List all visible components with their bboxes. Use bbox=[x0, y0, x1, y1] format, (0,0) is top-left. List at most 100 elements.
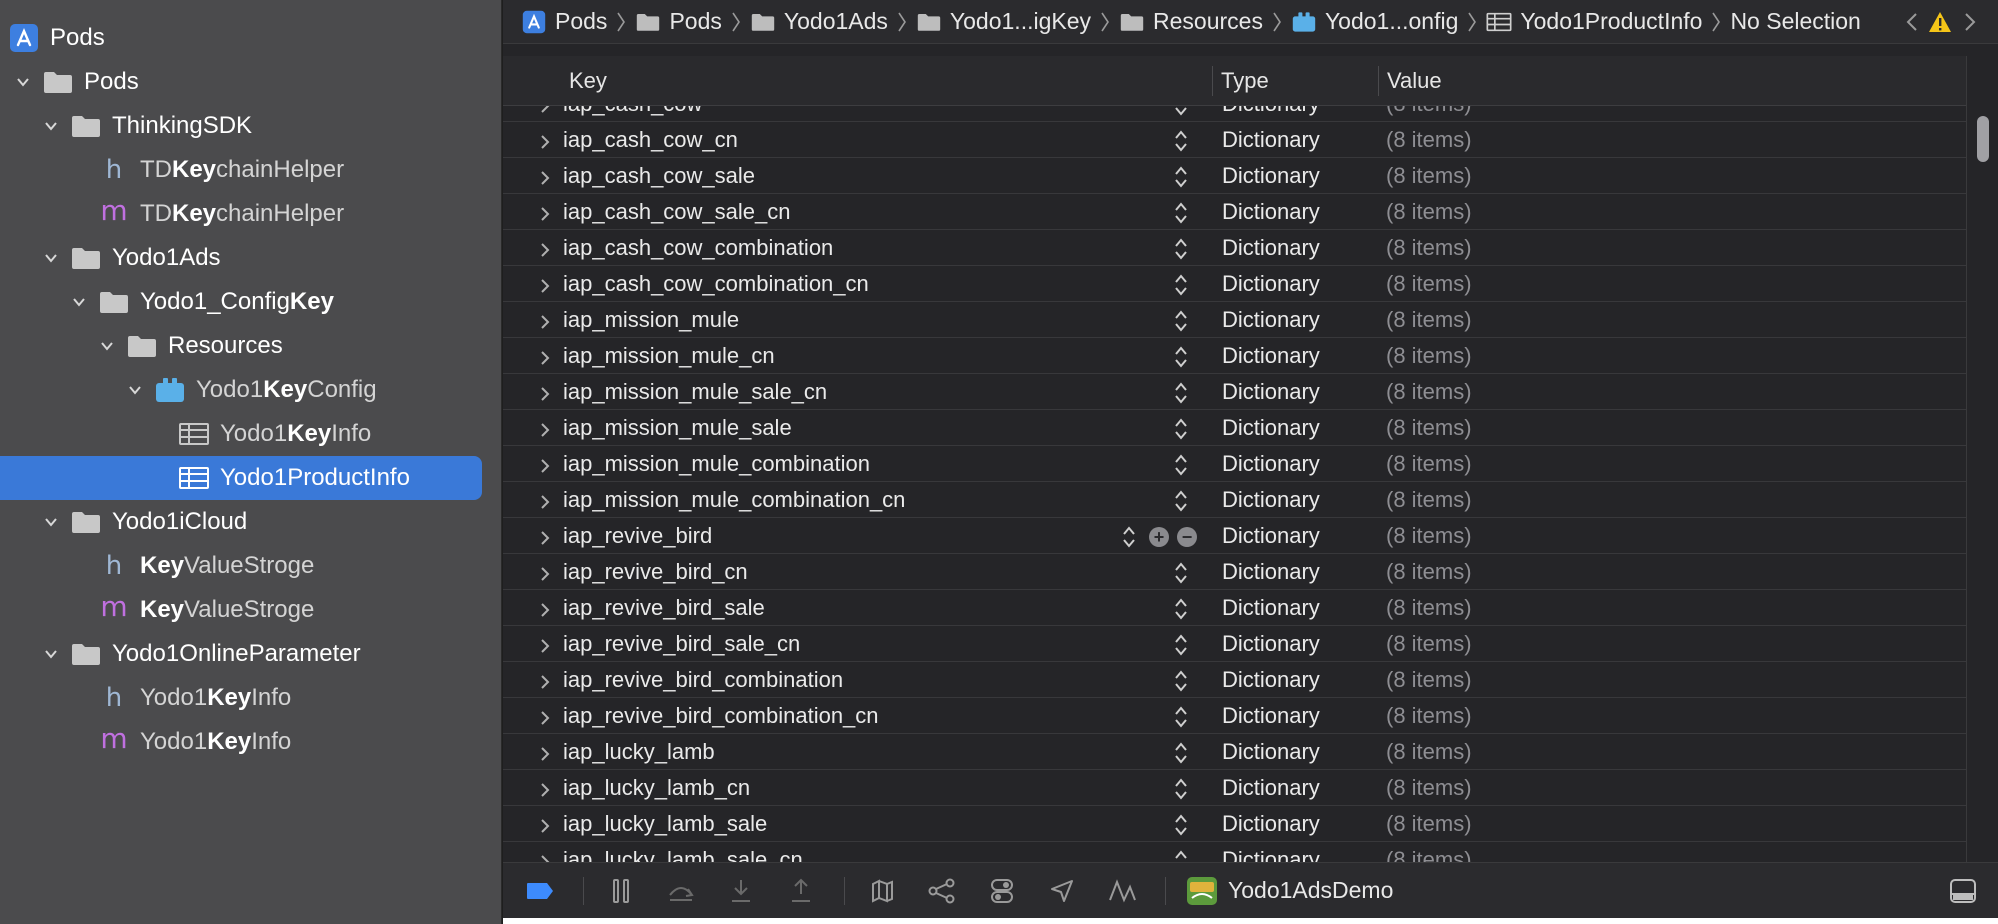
plist-row[interactable]: iap_mission_mule_sale_cn+−Dictionary(8 i… bbox=[503, 374, 1966, 410]
scheme-name[interactable]: Yodo1AdsDemo bbox=[1228, 877, 1393, 904]
disclosure-chevron-icon[interactable] bbox=[539, 275, 551, 293]
type-stepper-icon[interactable] bbox=[1173, 106, 1189, 118]
add-item-icon[interactable]: + bbox=[1149, 527, 1169, 547]
disclosure-chevron-icon[interactable] bbox=[539, 527, 551, 545]
row-value[interactable]: (8 items) bbox=[1386, 106, 1472, 122]
row-type[interactable]: Dictionary bbox=[1222, 338, 1320, 374]
row-key[interactable]: iap_lucky_lamb_sale_cn bbox=[563, 842, 803, 862]
breadcrumb-project[interactable]: Pods bbox=[521, 8, 607, 35]
type-stepper-icon[interactable] bbox=[1173, 380, 1189, 406]
tree-row-yodo1productinfo-selected[interactable]: Yodo1ProductInfo bbox=[178, 456, 410, 500]
row-type[interactable]: Dictionary bbox=[1222, 734, 1320, 770]
disclosure-chevron-icon[interactable] bbox=[539, 203, 551, 221]
plist-row[interactable]: iap_mission_mule+−Dictionary(8 items) bbox=[503, 302, 1966, 338]
row-key[interactable]: iap_mission_mule_cn bbox=[563, 338, 775, 374]
disclosure-chevron-icon[interactable] bbox=[539, 599, 551, 617]
plist-row[interactable]: iap_lucky_lamb_sale_cn+−Dictionary(8 ite… bbox=[503, 842, 1966, 862]
memory-graph-icon[interactable] bbox=[925, 874, 959, 908]
tree-row-yodo1ads[interactable]: Yodo1Ads bbox=[40, 236, 221, 280]
disclosure-chevron-icon[interactable] bbox=[539, 347, 551, 365]
row-type[interactable]: Dictionary bbox=[1222, 590, 1320, 626]
row-key[interactable]: iap_mission_mule_sale bbox=[563, 410, 792, 446]
row-key[interactable]: iap_revive_bird_combination bbox=[563, 662, 843, 698]
plist-row[interactable]: iap_cash_cow_combination_cn+−Dictionary(… bbox=[503, 266, 1966, 302]
column-header-key[interactable]: Key bbox=[569, 56, 607, 106]
type-stepper-icon[interactable] bbox=[1173, 704, 1189, 730]
plist-row[interactable]: iap_cash_cow_cn+−Dictionary(8 items) bbox=[503, 122, 1966, 158]
row-value[interactable]: (8 items) bbox=[1386, 734, 1472, 770]
disclosure-chevron-icon[interactable] bbox=[539, 131, 551, 149]
row-value[interactable]: (8 items) bbox=[1386, 626, 1472, 662]
breadcrumb-no-selection[interactable]: No Selection bbox=[1730, 8, 1860, 35]
row-type[interactable]: Dictionary bbox=[1222, 662, 1320, 698]
row-key[interactable]: iap_cash_cow_cn bbox=[563, 122, 738, 158]
row-type[interactable]: Dictionary bbox=[1222, 446, 1320, 482]
tree-row-yodo1-configkey[interactable]: Yodo1_ConfigKey bbox=[68, 280, 334, 324]
row-type[interactable]: Dictionary bbox=[1222, 374, 1320, 410]
plist-row[interactable]: iap_revive_bird + − Dictionary (8 items) bbox=[503, 518, 1966, 554]
row-type[interactable]: Dictionary bbox=[1222, 698, 1320, 734]
type-stepper-icon[interactable] bbox=[1121, 524, 1137, 550]
column-header-value[interactable]: Value bbox=[1387, 56, 1442, 106]
vertical-scrollbar[interactable] bbox=[1966, 56, 1998, 862]
row-value[interactable]: (8 items) bbox=[1386, 590, 1472, 626]
breakpoints-toggle-icon[interactable] bbox=[523, 874, 557, 908]
tree-row-yodo1onlineparameter[interactable]: Yodo1OnlineParameter bbox=[40, 632, 361, 676]
disclosure-chevron-icon[interactable] bbox=[539, 239, 551, 257]
row-value[interactable]: (8 items) bbox=[1386, 302, 1472, 338]
chevron-down-icon[interactable] bbox=[40, 643, 62, 665]
row-type[interactable]: Dictionary bbox=[1222, 106, 1320, 122]
row-value[interactable]: (8 items) bbox=[1386, 806, 1472, 842]
row-key[interactable]: iap_revive_bird bbox=[563, 518, 712, 554]
step-into-icon[interactable] bbox=[724, 874, 758, 908]
type-stepper-icon[interactable] bbox=[1173, 812, 1189, 838]
disclosure-chevron-icon[interactable] bbox=[539, 383, 551, 401]
row-value[interactable]: (8 items) bbox=[1386, 662, 1472, 698]
chevron-down-icon[interactable] bbox=[12, 71, 34, 93]
type-stepper-icon[interactable] bbox=[1173, 668, 1189, 694]
environment-overrides-icon[interactable] bbox=[985, 874, 1019, 908]
tree-row-yodo1keyinfo-m[interactable]: m Yodo1KeyInfo bbox=[98, 720, 291, 764]
plist-row[interactable]: iap_mission_mule_cn+−Dictionary(8 items) bbox=[503, 338, 1966, 374]
breadcrumb-yodo1keyconfig[interactable]: Yodo1...onfig bbox=[1291, 8, 1458, 35]
breadcrumb-pods-group[interactable]: Pods bbox=[635, 8, 722, 35]
row-key[interactable]: iap_cash_cow bbox=[563, 106, 702, 122]
row-value[interactable]: (8 items) bbox=[1386, 230, 1472, 266]
simulate-location-icon[interactable] bbox=[1045, 874, 1079, 908]
plist-row[interactable]: iap_revive_bird_combination+−Dictionary(… bbox=[503, 662, 1966, 698]
row-type[interactable]: Dictionary bbox=[1222, 626, 1320, 662]
tree-row-project[interactable]: Pods bbox=[8, 16, 105, 60]
row-value[interactable]: (8 items) bbox=[1386, 410, 1472, 446]
row-type[interactable]: Dictionary bbox=[1222, 194, 1320, 230]
tree-row-keyvaluestroge-h[interactable]: h KeyValueStroge bbox=[98, 544, 315, 588]
row-value[interactable]: (8 items) bbox=[1386, 842, 1472, 862]
row-type[interactable]: Dictionary bbox=[1222, 266, 1320, 302]
row-value[interactable]: (8 items) bbox=[1386, 338, 1472, 374]
plist-row[interactable]: iap_lucky_lamb_cn+−Dictionary(8 items) bbox=[503, 770, 1966, 806]
row-key[interactable]: iap_mission_mule_sale_cn bbox=[563, 374, 827, 410]
row-key[interactable]: iap_cash_cow_sale bbox=[563, 158, 755, 194]
row-key[interactable]: iap_cash_cow_combination bbox=[563, 230, 833, 266]
tree-row-thinkingsdk[interactable]: ThinkingSDK bbox=[40, 104, 252, 148]
tree-row-tdkeychainhelper-m[interactable]: m TDKeychainHelper bbox=[98, 192, 344, 236]
row-value[interactable]: (8 items) bbox=[1386, 266, 1472, 302]
plist-row[interactable]: iap_mission_mule_combination_cn+−Diction… bbox=[503, 482, 1966, 518]
tree-row-yodo1icloud[interactable]: Yodo1iCloud bbox=[40, 500, 247, 544]
row-type[interactable]: Dictionary bbox=[1222, 302, 1320, 338]
warning-icon[interactable] bbox=[1927, 10, 1953, 34]
next-issue-icon[interactable] bbox=[1961, 10, 1979, 34]
row-key[interactable]: iap_lucky_lamb_sale bbox=[563, 806, 767, 842]
row-type[interactable]: Dictionary bbox=[1222, 158, 1320, 194]
column-divider[interactable] bbox=[1378, 66, 1379, 96]
step-over-icon[interactable] bbox=[664, 874, 698, 908]
type-stepper-icon[interactable] bbox=[1173, 596, 1189, 622]
column-divider[interactable] bbox=[1212, 66, 1213, 96]
row-type[interactable]: Dictionary bbox=[1222, 554, 1320, 590]
row-key[interactable]: iap_lucky_lamb_cn bbox=[563, 770, 750, 806]
row-type[interactable]: Dictionary bbox=[1222, 770, 1320, 806]
chevron-down-icon[interactable] bbox=[124, 379, 146, 401]
type-stepper-icon[interactable] bbox=[1173, 344, 1189, 370]
chevron-down-icon[interactable] bbox=[40, 511, 62, 533]
plist-row[interactable]: iap_lucky_lamb+−Dictionary(8 items) bbox=[503, 734, 1966, 770]
type-stepper-icon[interactable] bbox=[1173, 272, 1189, 298]
